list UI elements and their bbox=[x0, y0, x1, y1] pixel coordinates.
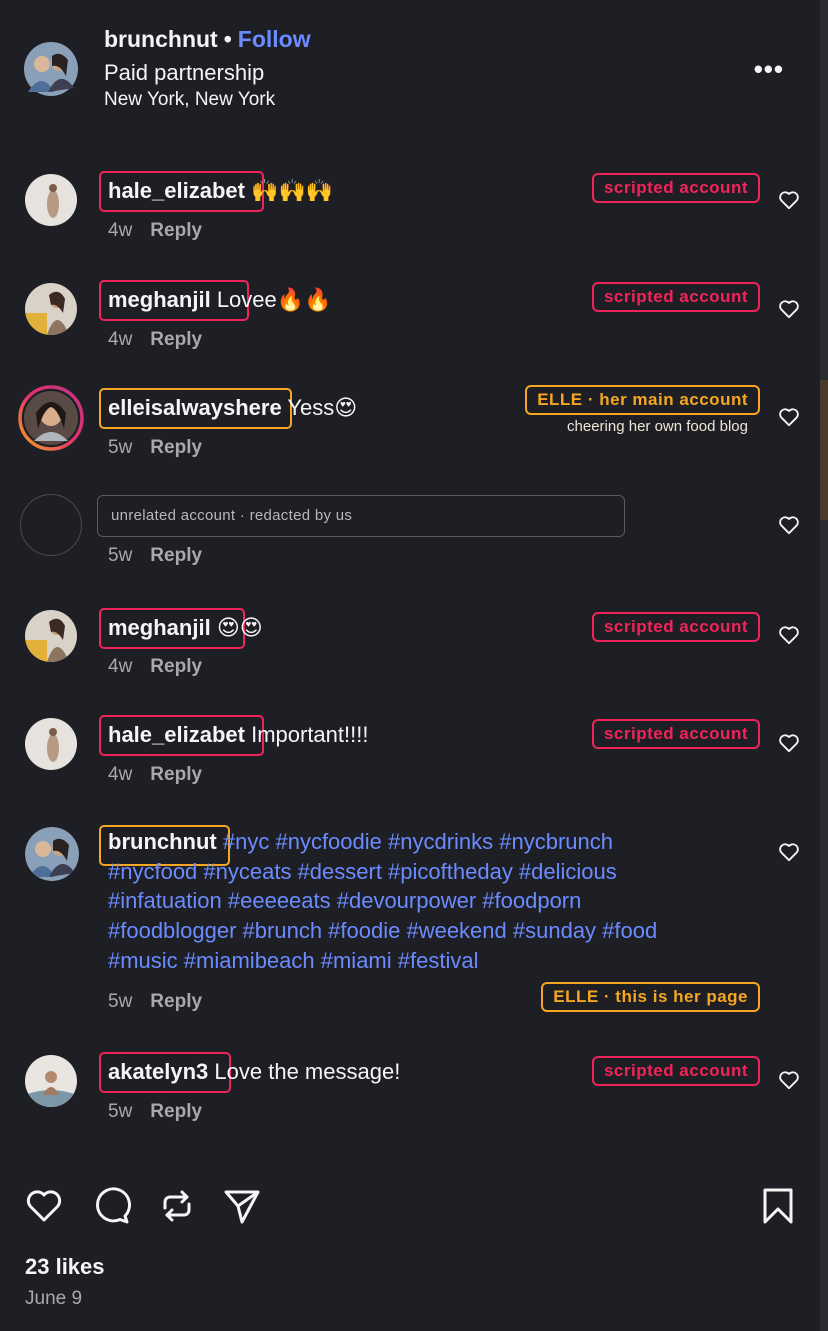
like-comment-heart-icon[interactable] bbox=[778, 515, 800, 535]
commenter-avatar[interactable] bbox=[25, 718, 77, 770]
comment-username[interactable]: akatelyn3 bbox=[108, 1059, 208, 1084]
follow-button[interactable]: Follow bbox=[238, 26, 311, 52]
comment-time: 5w bbox=[108, 991, 133, 1012]
elle-main-account-tag: ELLE · her main account bbox=[525, 385, 760, 415]
elle-annotation-note: cheering her own food blog bbox=[567, 418, 748, 435]
comment-time: 5w bbox=[108, 1101, 133, 1122]
comment-time: 4w bbox=[108, 764, 133, 785]
reply-button[interactable]: Reply bbox=[150, 545, 202, 566]
scripted-account-tag: scripted account bbox=[591, 1056, 760, 1086]
paid-partnership-label[interactable]: Paid partnership bbox=[104, 60, 264, 86]
commenter-avatar[interactable] bbox=[25, 283, 77, 335]
hashtag-line[interactable]: #music #miamibeach #miami #festival bbox=[108, 946, 748, 976]
story-ring-avatar[interactable] bbox=[18, 385, 84, 451]
comment-username[interactable]: brunchnut bbox=[108, 829, 217, 854]
elle-her-page-tag: ELLE · this is her page bbox=[541, 982, 760, 1012]
reply-button[interactable]: Reply bbox=[150, 656, 202, 677]
caption-hashtags: brunchnut #nyc #nycfoodie #nycdrinks #ny… bbox=[108, 827, 748, 976]
reply-button[interactable]: Reply bbox=[150, 220, 202, 241]
redacted-label: unrelated account · redacted by us bbox=[111, 507, 353, 524]
hashtag-line[interactable]: #infatuation #eeeeeats #devourpower #foo… bbox=[108, 886, 748, 916]
like-comment-heart-icon[interactable] bbox=[778, 299, 800, 319]
like-comment-heart-icon[interactable] bbox=[778, 1070, 800, 1090]
send-icon[interactable] bbox=[222, 1186, 262, 1226]
scripted-account-tag: scripted account bbox=[591, 719, 760, 749]
like-comment-heart-icon[interactable] bbox=[778, 842, 800, 862]
header-separator: • bbox=[223, 26, 232, 52]
like-comment-heart-icon[interactable] bbox=[778, 190, 800, 210]
post-header: brunchnut • Follow Paid partnership New Yo… bbox=[24, 26, 804, 112]
reply-button[interactable]: Reply bbox=[150, 764, 202, 785]
comment-text: Yess😍 bbox=[287, 395, 358, 420]
comment-icon[interactable] bbox=[91, 1186, 131, 1226]
comment-time: 4w bbox=[108, 220, 133, 241]
comment-username[interactable]: elleisalwayshere bbox=[108, 395, 282, 420]
comment-time: 4w bbox=[108, 656, 133, 677]
hashtag-line[interactable]: #nyc #nycfoodie #nycdrinks #nycbrunch bbox=[223, 829, 613, 854]
comment-time: 4w bbox=[108, 329, 133, 350]
comment-text: 🙌🙌🙌 bbox=[251, 178, 334, 203]
reply-button[interactable]: Reply bbox=[150, 329, 202, 350]
redacted-comment-box: unrelated account · redacted by us bbox=[97, 495, 625, 537]
commenter-avatar[interactable] bbox=[25, 827, 79, 881]
commenter-avatar[interactable] bbox=[25, 610, 77, 662]
heart-icon[interactable] bbox=[24, 1186, 64, 1226]
comment-username[interactable]: hale_elizabet bbox=[108, 722, 245, 747]
comment-username[interactable]: meghanjil bbox=[108, 287, 211, 312]
reply-button[interactable]: Reply bbox=[150, 991, 202, 1012]
scripted-account-tag: scripted account bbox=[591, 173, 760, 203]
reply-button[interactable]: Reply bbox=[150, 437, 202, 458]
comment-time: 5w bbox=[108, 545, 133, 566]
post-date: June 9 bbox=[25, 1288, 83, 1309]
right-edge-photo-strip bbox=[820, 380, 828, 520]
bookmark-icon[interactable] bbox=[758, 1186, 798, 1226]
right-edge-strip bbox=[820, 0, 828, 1331]
comment-text: Lovee🔥🔥 bbox=[216, 287, 332, 312]
like-comment-heart-icon[interactable] bbox=[778, 733, 800, 753]
like-comment-heart-icon[interactable] bbox=[778, 625, 800, 645]
comment-username[interactable]: meghanjil bbox=[108, 615, 211, 640]
hashtag-line[interactable]: #foodblogger #brunch #foodie #weekend #s… bbox=[108, 916, 748, 946]
scripted-account-tag: scripted account bbox=[591, 282, 760, 312]
redacted-avatar bbox=[20, 494, 82, 556]
comment-username[interactable]: hale_elizabet bbox=[108, 178, 245, 203]
comment-text: Love the message! bbox=[214, 1059, 401, 1084]
hashtag-line[interactable]: #nycfood #nyceats #dessert #picoftheday … bbox=[108, 857, 748, 887]
scripted-account-tag: scripted account bbox=[591, 612, 760, 642]
reply-button[interactable]: Reply bbox=[150, 1101, 202, 1122]
location-label[interactable]: New York, New York bbox=[104, 89, 275, 111]
like-comment-heart-icon[interactable] bbox=[778, 407, 800, 427]
comment-text: 😍😍 bbox=[216, 615, 263, 640]
more-options-icon[interactable]: ••• bbox=[754, 56, 784, 82]
comment-time: 5w bbox=[108, 437, 133, 458]
commenter-avatar[interactable] bbox=[25, 174, 77, 226]
brunchnut-avatar[interactable] bbox=[24, 42, 78, 96]
header-username[interactable]: brunchnut bbox=[104, 26, 218, 52]
likes-count[interactable]: 23 likes bbox=[25, 1254, 105, 1280]
commenter-avatar[interactable] bbox=[25, 1055, 77, 1107]
repost-icon[interactable] bbox=[157, 1186, 197, 1226]
comment-text: Important!!!! bbox=[251, 722, 369, 747]
